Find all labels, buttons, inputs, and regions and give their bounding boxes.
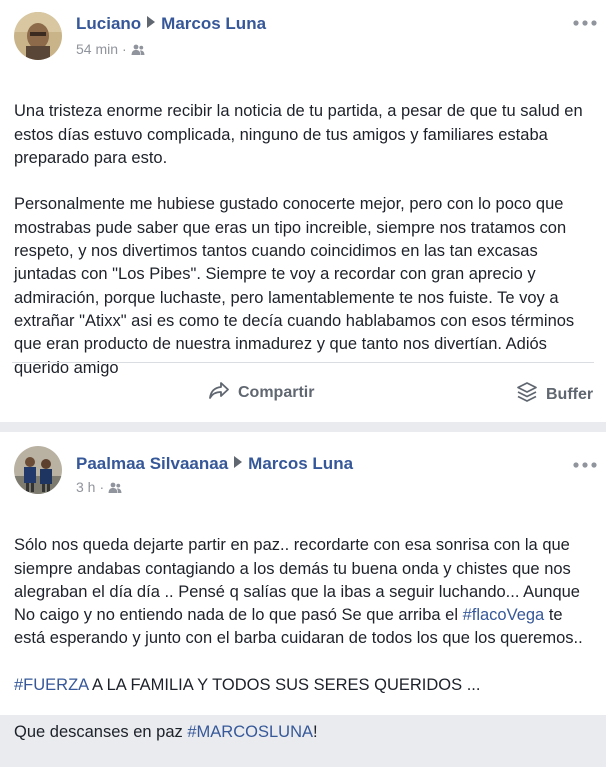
hashtag-link[interactable]: #flacoVega [463,606,545,624]
hashtag-link[interactable]: #MARCOSLUNA [187,723,313,741]
post-text: Una tristeza enorme recibir la noticia d… [14,77,596,403]
friends-icon[interactable] [108,479,122,495]
share-button[interactable]: Compartir [208,381,314,402]
post-text-run: ! [313,722,318,741]
share-icon [209,382,229,399]
target-name-link[interactable]: Marcos Luna [248,454,353,473]
buffer-button[interactable]: Buffer [516,381,593,404]
post-timestamp[interactable]: 3 h [76,479,95,495]
author-name-link[interactable]: Luciano [76,14,141,33]
separator-dot: · [122,41,127,57]
author-avatar[interactable] [14,446,62,494]
post-meta: 3 h · [76,479,122,495]
share-label: Compartir [238,384,315,401]
post-paragraph: Una tristeza enorme recibir la noticia d… [14,102,583,167]
post-text-run: Que descanses en paz [14,722,188,741]
buffer-icon [517,382,537,402]
post-meta: 54 min · [76,41,145,57]
post-header-names: Paalmaa Silvaanaa Marcos Luna [76,454,353,474]
post-paragraph: Personalmente me hubiese gustado conocer… [14,195,575,377]
more-options-icon[interactable] [572,14,598,28]
post-paragraph: Que descanses en paz #MARCOSLUNA! [14,721,596,744]
buffer-label: Buffer [546,386,594,403]
post-card-2: Paalmaa Silvaanaa Marcos Luna 3 h · Sólo n… [0,432,606,741]
more-options-icon[interactable] [572,456,598,470]
friends-icon[interactable] [131,41,145,57]
post-header-names: Luciano Marcos Luna [76,14,266,34]
target-name-link[interactable]: Marcos Luna [161,14,266,33]
post-text: Sólo nos queda dejarte partir en paz.. r… [14,511,596,767]
hashtag-link[interactable]: #FUERZA [14,676,88,694]
author-name-link[interactable]: Paalmaa Silvaanaa [76,454,228,473]
post-text-run: A LA FAMILIA Y TODOS SUS SERES QUERIDOS … [88,676,481,695]
post-paragraph: Sólo nos queda dejarte partir en paz.. r… [14,534,596,650]
post-timestamp[interactable]: 54 min [76,41,118,57]
author-avatar[interactable] [14,12,62,60]
post-card-1: Luciano Marcos Luna 54 min · Una tristeza … [0,0,606,422]
post-paragraph: #FUERZA A LA FAMILIA Y TODOS SUS SERES Q… [14,674,596,697]
right-arrow-icon [234,456,243,468]
separator-dot: · [99,479,105,495]
divider [12,362,594,363]
right-arrow-icon [147,16,156,28]
